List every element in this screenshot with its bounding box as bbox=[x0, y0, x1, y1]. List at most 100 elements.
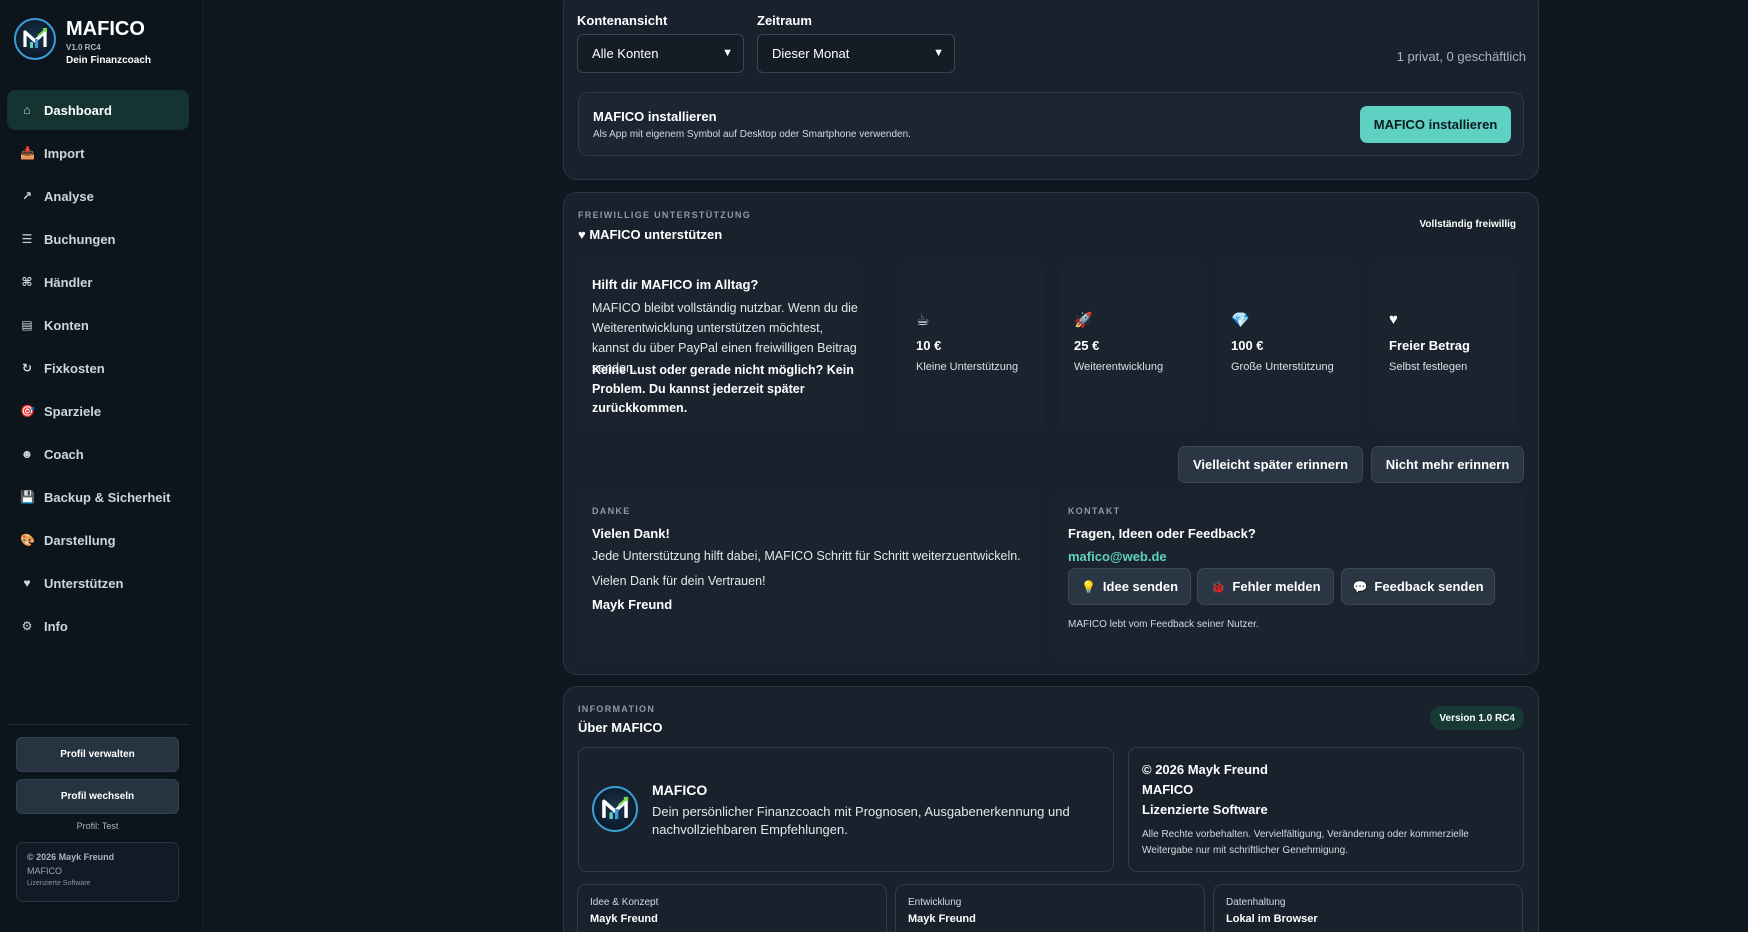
support-eyebrow: FREIWILLIGE UNTERSTÜTZUNG bbox=[578, 210, 751, 220]
send-feedback-button[interactable]: 💬 Feedback senden bbox=[1341, 568, 1495, 605]
sidebar-item-dashboard[interactable]: ⌂ Dashboard bbox=[7, 90, 189, 130]
sidebar-item-label: Backup & Sicherheit bbox=[44, 489, 171, 505]
command-icon: ⌘ bbox=[21, 275, 33, 289]
period-select[interactable]: Dieser Monat ▼ bbox=[757, 34, 955, 73]
sidebar-item-konten[interactable]: ▤ Konten bbox=[7, 305, 189, 345]
sidebar-item-label: Dashboard bbox=[44, 102, 112, 118]
meta-idea-box: Idee & Konzept Mayk Freund bbox=[577, 884, 887, 932]
sidebar-license: Lizenzierte Software bbox=[27, 880, 91, 887]
support-title: ♥ MAFICO unterstützen bbox=[578, 227, 723, 242]
sidebar-item-sparziele[interactable]: 🎯 Sparziele bbox=[7, 391, 189, 431]
report-bug-label: Fehler melden bbox=[1232, 579, 1321, 594]
meta-value: Lokal im Browser bbox=[1226, 913, 1318, 925]
chevron-down-icon: ▼ bbox=[722, 47, 733, 59]
sidebar-item-label: Coach bbox=[44, 446, 84, 462]
sidebar-app-name: MAFICO bbox=[27, 866, 62, 876]
copyright-box: © 2026 Mayk Freund MAFICO Lizenzierte So… bbox=[1128, 747, 1524, 872]
sidebar-item-darstellung[interactable]: 🎨 Darstellung bbox=[7, 520, 189, 560]
sidebar-item-buchungen[interactable]: ☰ Buchungen bbox=[7, 219, 189, 259]
app-info-box: MAFICO Dein persönlicher Finanzcoach mit… bbox=[578, 747, 1114, 872]
rights-text: Alle Rechte vorbehalten. Vervielfältigun… bbox=[1142, 829, 1469, 856]
floppy-icon: 💾 bbox=[20, 490, 35, 504]
period-label: Zeitraum bbox=[757, 13, 812, 28]
install-description: Als App mit eigenem Symbol auf Desktop o… bbox=[593, 129, 911, 140]
install-banner: MAFICO installieren Als App mit eigenem … bbox=[578, 92, 1524, 156]
voluntary-badge: Vollständig freiwillig bbox=[1419, 219, 1517, 230]
install-button[interactable]: MAFICO installieren bbox=[1360, 106, 1511, 143]
brand[interactable]: MAFICO V1.0 RC4 Dein Finanzcoach bbox=[14, 18, 151, 66]
contact-note: MAFICO lebt vom Feedback seiner Nutzer. bbox=[1068, 619, 1259, 630]
heart-icon: ♥ bbox=[23, 576, 31, 590]
meta-label: Datenhaltung bbox=[1226, 897, 1286, 908]
palette-icon: 🎨 bbox=[20, 533, 35, 547]
tier-25-card[interactable]: 🚀 25 € Weiterentwicklung bbox=[1060, 263, 1201, 429]
filter-install-card: Kontenansicht Alle Konten ▼ Zeitraum Die… bbox=[563, 0, 1539, 180]
install-title: MAFICO installieren bbox=[593, 109, 717, 124]
about-eyebrow: INFORMATION bbox=[578, 704, 656, 714]
trend-icon: ↗ bbox=[21, 189, 33, 203]
brand-tagline: Dein Finanzcoach bbox=[66, 55, 152, 66]
sidebar-item-label: Buchungen bbox=[44, 231, 116, 247]
sidebar-item-backup[interactable]: 💾 Backup & Sicherheit bbox=[7, 477, 189, 517]
sidebar-item-coach[interactable]: ☻ Coach bbox=[7, 434, 189, 474]
tier-free-card[interactable]: ♥ Freier Betrag Selbst festlegen bbox=[1375, 263, 1516, 429]
about-app-description: Dein persönlicher Finanzcoach mit Progno… bbox=[652, 804, 1070, 837]
report-bug-button[interactable]: 🐞 Fehler melden bbox=[1197, 568, 1334, 605]
sidebar-divider bbox=[8, 724, 190, 725]
mafico-logo-icon bbox=[592, 786, 638, 832]
meta-value: Mayk Freund bbox=[908, 913, 976, 925]
thanks-panel: DANKE Vielen Dank! Jede Unterstützung hi… bbox=[578, 493, 1040, 660]
contact-email-link[interactable]: mafico@web.de bbox=[1068, 549, 1167, 564]
account-view-label: Kontenansicht bbox=[577, 13, 668, 28]
remind-later-button[interactable]: Vielleicht später erinnern bbox=[1178, 446, 1363, 483]
help-bold-text: Keine Lust oder gerade nicht möglich? Ke… bbox=[592, 363, 854, 415]
sidebar-copyright: © 2026 Mayk Freund bbox=[27, 852, 115, 862]
lightbulb-icon: 💡 bbox=[1080, 579, 1096, 594]
support-help-panel: Hilft dir MAFICO im Alltag? MAFICO bleib… bbox=[578, 263, 862, 429]
sidebar-item-analyse[interactable]: ↗ Analyse bbox=[7, 176, 189, 216]
account-view-value: Alle Konten bbox=[592, 46, 659, 61]
contact-eyebrow: KONTAKT bbox=[1068, 506, 1121, 516]
manage-profile-button[interactable]: Profil verwalten bbox=[16, 737, 179, 772]
home-icon: ⌂ bbox=[23, 103, 31, 117]
chevron-down-icon: ▼ bbox=[933, 47, 944, 59]
never-remind-button[interactable]: Nicht mehr erinnern bbox=[1371, 446, 1524, 483]
brand-version: V1.0 RC4 bbox=[66, 43, 101, 52]
tier-description: Kleine Unterstützung bbox=[916, 361, 1019, 373]
sidebar-item-info[interactable]: ⚙ Info bbox=[7, 606, 189, 646]
switch-profile-button[interactable]: Profil wechseln bbox=[16, 779, 179, 814]
sidebar-item-label: Darstellung bbox=[44, 532, 116, 548]
list-icon: ☰ bbox=[21, 232, 33, 246]
tier-description: Weiterentwicklung bbox=[1074, 361, 1164, 373]
meta-development-box: Entwicklung Mayk Freund bbox=[895, 884, 1205, 932]
about-title: Über MAFICO bbox=[578, 720, 663, 735]
contact-title: Fragen, Ideen oder Feedback? bbox=[1068, 526, 1256, 541]
tier-amount: 100 € bbox=[1231, 338, 1264, 353]
sidebar-item-import[interactable]: 📥 Import bbox=[7, 133, 189, 173]
heart-icon: ♥ bbox=[1389, 311, 1398, 328]
sidebar-item-fixkosten[interactable]: ↻ Fixkosten bbox=[7, 348, 189, 388]
thanks-signature: Mayk Freund bbox=[592, 597, 673, 612]
sidebar-item-label: Händler bbox=[44, 274, 93, 290]
sidebar-item-label: Fixkosten bbox=[44, 360, 105, 376]
meta-value: Mayk Freund bbox=[590, 913, 658, 925]
version-badge: Version 1.0 RC4 bbox=[1430, 706, 1524, 730]
current-profile-label: Profil: Test bbox=[76, 821, 119, 831]
sidebar-item-unterstuetzen[interactable]: ♥ Unterstützen bbox=[7, 563, 189, 603]
speech-bubble-icon: 💬 bbox=[1352, 579, 1368, 594]
gear-icon: ⚙ bbox=[21, 619, 33, 633]
sidebar-item-label: Import bbox=[44, 145, 85, 161]
account-view-select[interactable]: Alle Konten ▼ bbox=[577, 34, 744, 73]
tier-amount: 25 € bbox=[1074, 338, 1100, 353]
tier-100-card[interactable]: 💎 100 € Große Unterstützung bbox=[1217, 263, 1358, 429]
brand-name: MAFICO bbox=[66, 18, 145, 40]
sidebar: MAFICO V1.0 RC4 Dein Finanzcoach ⌂ Dashb… bbox=[0, 0, 203, 932]
copyright-text: © 2026 Mayk Freund bbox=[1142, 762, 1268, 777]
send-idea-label: Idee senden bbox=[1102, 579, 1179, 594]
tier-10-card[interactable]: ☕ 10 € Kleine Unterstützung bbox=[902, 263, 1043, 429]
bug-icon: 🐞 bbox=[1210, 579, 1226, 594]
sidebar-item-haendler[interactable]: ⌘ Händler bbox=[7, 262, 189, 302]
send-idea-button[interactable]: 💡 Idee senden bbox=[1068, 568, 1191, 605]
account-count: 1 privat, 0 geschäftlich bbox=[1396, 49, 1526, 64]
diamond-icon: 💎 bbox=[1231, 312, 1250, 329]
